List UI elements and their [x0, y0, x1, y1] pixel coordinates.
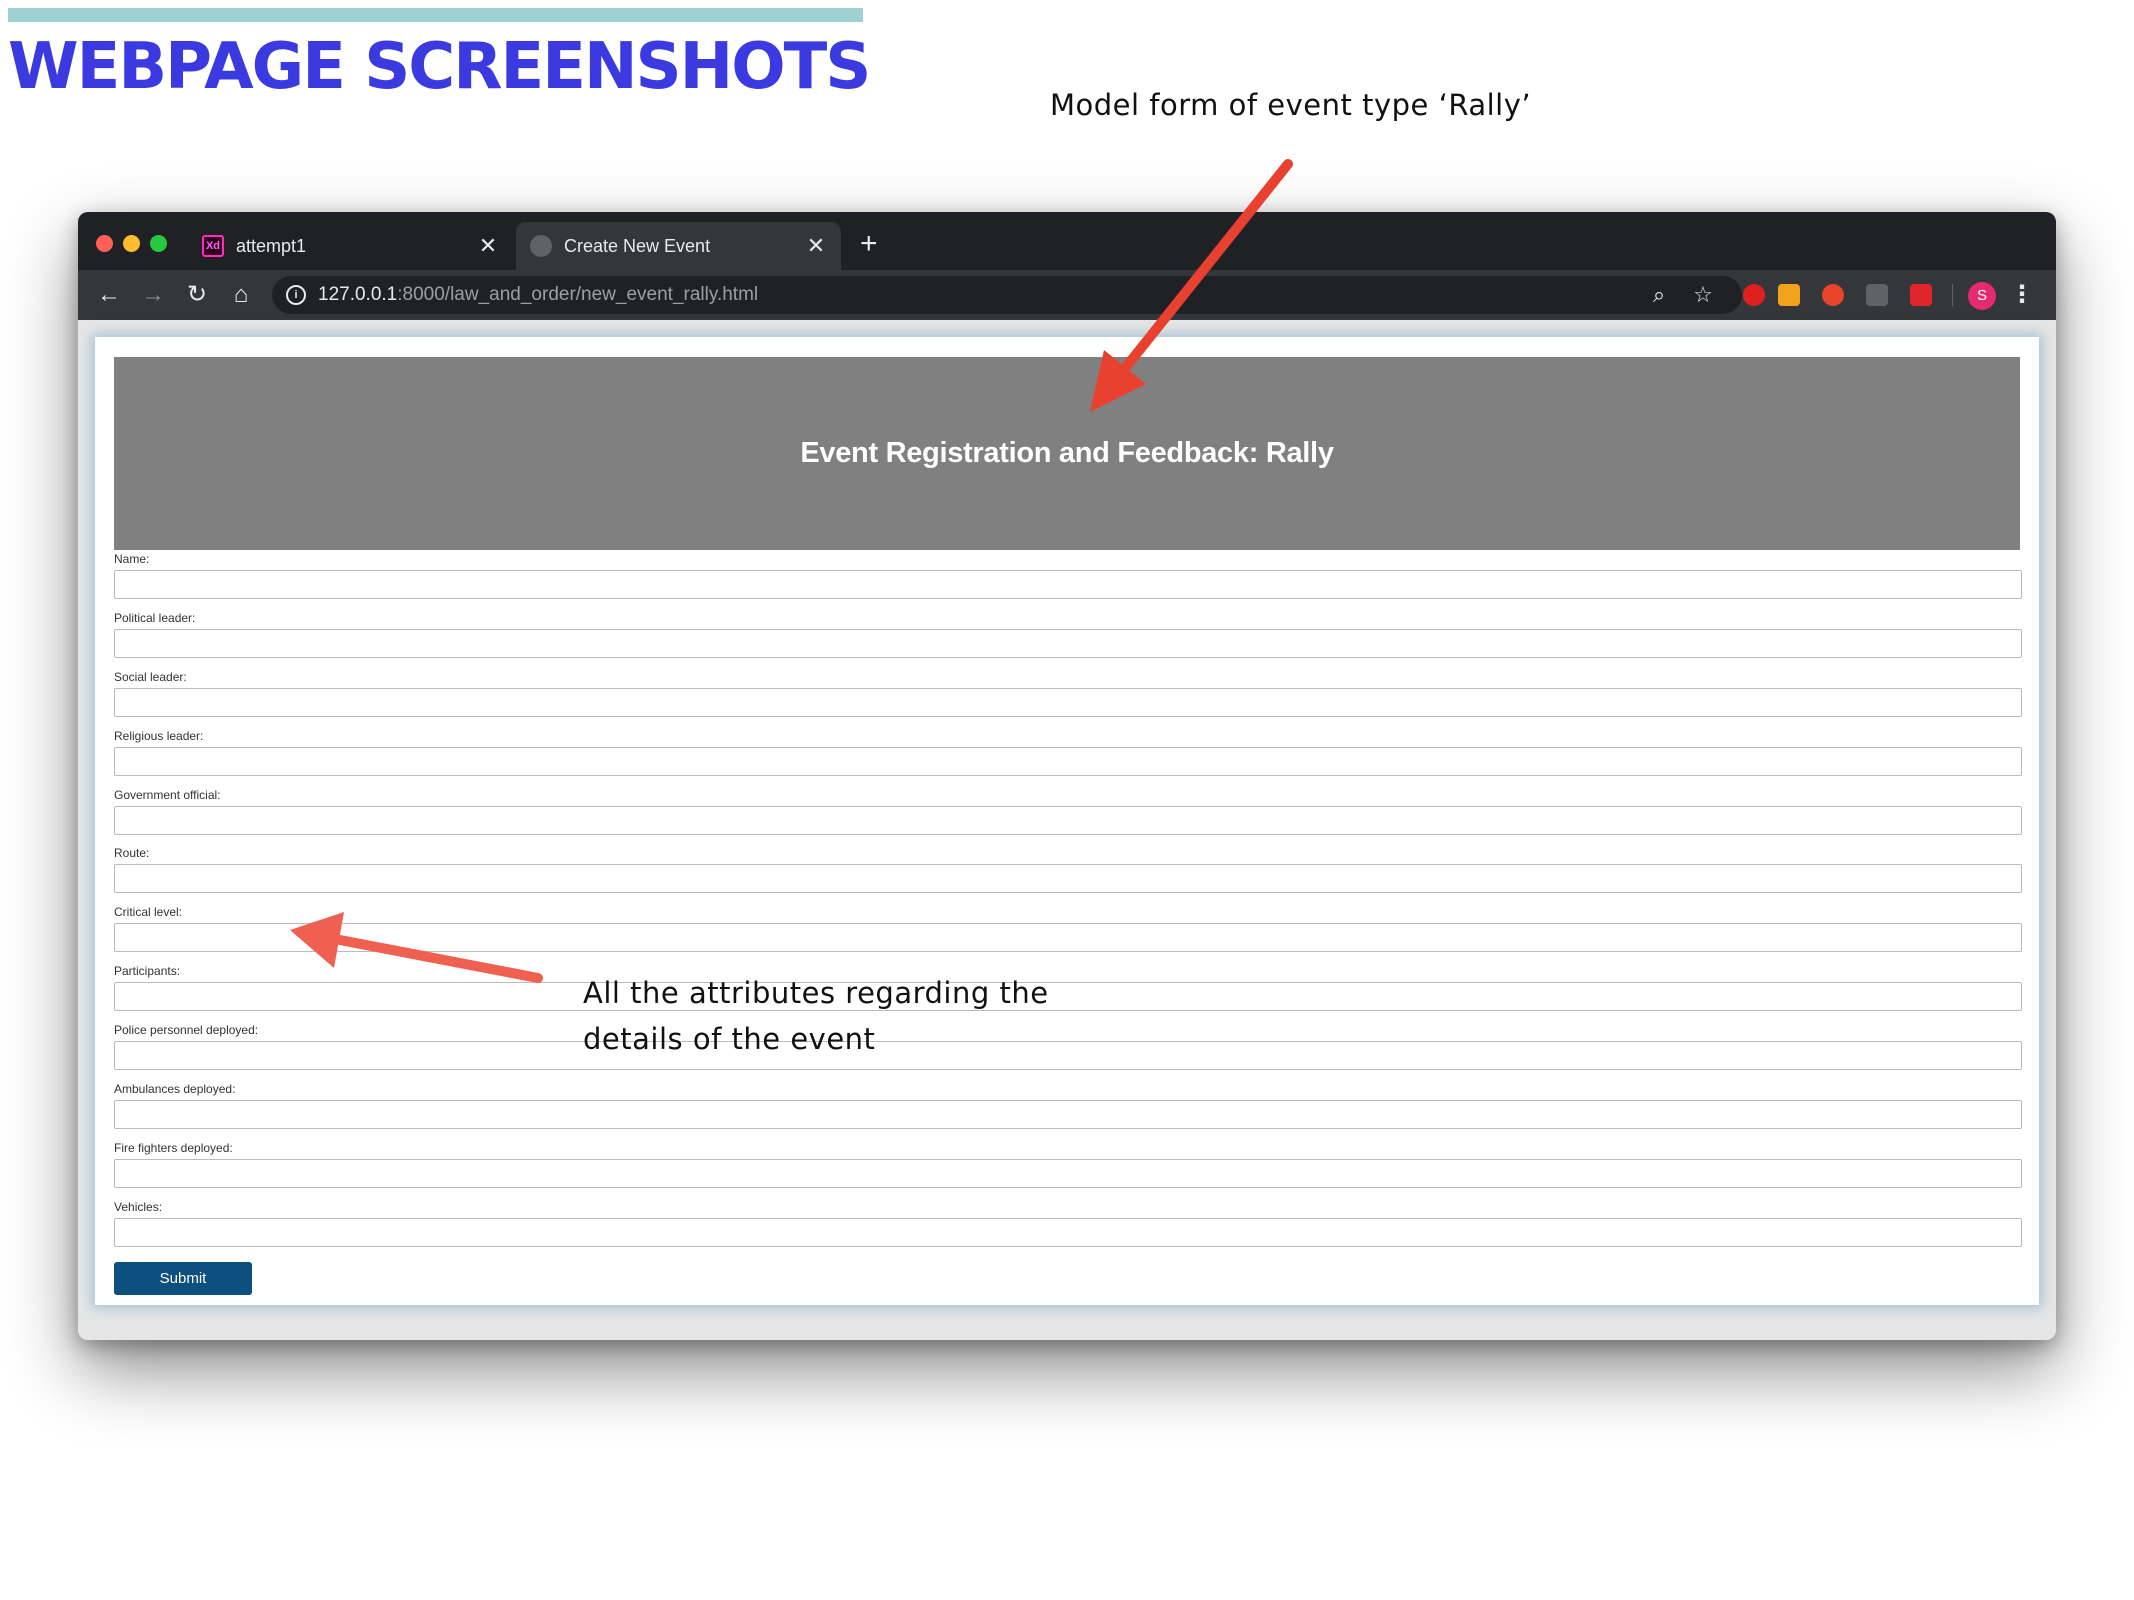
- text-input[interactable]: [114, 1217, 2022, 1247]
- form-field: Name:: [114, 550, 2022, 609]
- text-input[interactable]: [114, 923, 2022, 953]
- forward-arrow-icon[interactable]: →: [136, 278, 170, 312]
- event-form: Name: Political leader: Social leader: Reli…: [114, 550, 2022, 1257]
- close-window-button[interactable]: [96, 235, 113, 252]
- browser-window: Xd attempt1 ✕ Create New Event ✕ + ← → ↻…: [78, 212, 2056, 1340]
- new-tab-button[interactable]: +: [860, 226, 878, 262]
- tab-create-new-event[interactable]: Create New Event ✕: [516, 222, 841, 270]
- info-icon[interactable]: i: [286, 285, 306, 305]
- text-input[interactable]: [114, 805, 2022, 835]
- submit-button[interactable]: Submit: [114, 1262, 252, 1295]
- text-input[interactable]: [114, 1158, 2022, 1188]
- form-field: Vehicles:: [114, 1198, 2022, 1257]
- browser-toolbar: ← → ↻ ⌂ i 127.0.0.1:8000/law_and_order/n…: [78, 270, 2056, 320]
- slide-title: WEBPAGE SCREENSHOTS: [8, 30, 871, 104]
- field-label: Name:: [114, 552, 150, 566]
- minimize-window-button[interactable]: [123, 235, 140, 252]
- text-input[interactable]: [114, 1100, 2022, 1130]
- more-menu-icon[interactable]: ⋮: [2010, 278, 2034, 312]
- xd-icon: Xd: [202, 235, 224, 257]
- extension-adblock-icon[interactable]: [1743, 284, 1765, 306]
- tab-attempt1[interactable]: Xd attempt1 ✕: [188, 222, 513, 270]
- text-input[interactable]: [114, 570, 2022, 599]
- text-input[interactable]: [114, 687, 2022, 717]
- maximize-window-button[interactable]: [150, 235, 167, 252]
- field-label: Critical level:: [114, 905, 183, 920]
- home-icon[interactable]: ⌂: [224, 278, 258, 312]
- tab-label: attempt1: [236, 235, 307, 256]
- field-label: Religious leader:: [114, 728, 204, 743]
- annotation-bottom-line: All the attributes regarding the: [583, 976, 1049, 1010]
- address-bar[interactable]: i 127.0.0.1:8000/law_and_order/new_event…: [272, 276, 1742, 314]
- field-label: Fire fighters deployed:: [114, 1140, 233, 1155]
- url-text: 127.0.0.1:8000/law_and_order/new_event_r…: [318, 284, 758, 306]
- text-input[interactable]: [114, 746, 2022, 776]
- form-field: Ambulances deployed:: [114, 1080, 2022, 1139]
- tab-label: Create New Event: [564, 235, 711, 256]
- field-label: Vehicles:: [114, 1199, 163, 1214]
- extension-icon[interactable]: [1910, 284, 1932, 306]
- form-field: Political leader:: [114, 609, 2022, 668]
- annotation-bottom: All the attributes regarding the details…: [583, 970, 1143, 1062]
- close-tab-icon[interactable]: ✕: [805, 233, 827, 259]
- form-field: Route:: [114, 844, 2022, 903]
- annotation-bottom-line: details of the event: [583, 1022, 876, 1056]
- form-field: Social leader:: [114, 668, 2022, 727]
- slide-accent-bar: [8, 8, 863, 22]
- text-input[interactable]: [114, 864, 2022, 894]
- back-arrow-icon[interactable]: ←: [92, 278, 126, 312]
- form-field: Fire fighters deployed:: [114, 1139, 2022, 1198]
- form-card: Event Registration and Feedback: Rally N…: [95, 337, 2039, 1305]
- extension-bookmark-icon[interactable]: [1866, 284, 1888, 306]
- text-input[interactable]: [114, 628, 2022, 658]
- field-label: Route:: [114, 846, 150, 861]
- tab-strip: Xd attempt1 ✕ Create New Event ✕ +: [78, 212, 2056, 270]
- url-host: 127.0.0.1: [318, 284, 398, 305]
- field-label: Social leader:: [114, 669, 187, 684]
- extension-icon[interactable]: [1778, 284, 1800, 306]
- page-viewport: Event Registration and Feedback: Rally N…: [78, 320, 2056, 1340]
- form-field: Religious leader:: [114, 727, 2022, 786]
- globe-icon: [530, 235, 552, 257]
- field-label: Ambulances deployed:: [114, 1082, 236, 1097]
- page-title: Event Registration and Feedback: Rally: [800, 437, 1334, 469]
- field-label: Police personnel deployed:: [114, 1023, 259, 1038]
- field-label: Participants:: [114, 964, 181, 979]
- url-path: :8000/law_and_order/new_event_rally.html: [397, 284, 759, 305]
- form-field: Critical level:: [114, 903, 2022, 962]
- close-tab-icon[interactable]: ✕: [477, 233, 499, 259]
- form-header: Event Registration and Feedback: Rally: [114, 357, 2020, 550]
- bookmark-star-icon[interactable]: ☆: [1690, 282, 1716, 308]
- reload-icon[interactable]: ↻: [180, 278, 214, 312]
- field-label: Government official:: [114, 787, 221, 802]
- toolbar-divider: [1952, 284, 1953, 306]
- extension-icon[interactable]: [1822, 284, 1844, 306]
- field-label: Political leader:: [114, 610, 196, 625]
- annotation-top: Model form of event type ‘Rally’: [1050, 88, 1532, 122]
- profile-avatar[interactable]: S: [1968, 282, 1996, 310]
- form-field: Government official:: [114, 786, 2022, 845]
- zoom-icon[interactable]: ⌕: [1646, 282, 1672, 308]
